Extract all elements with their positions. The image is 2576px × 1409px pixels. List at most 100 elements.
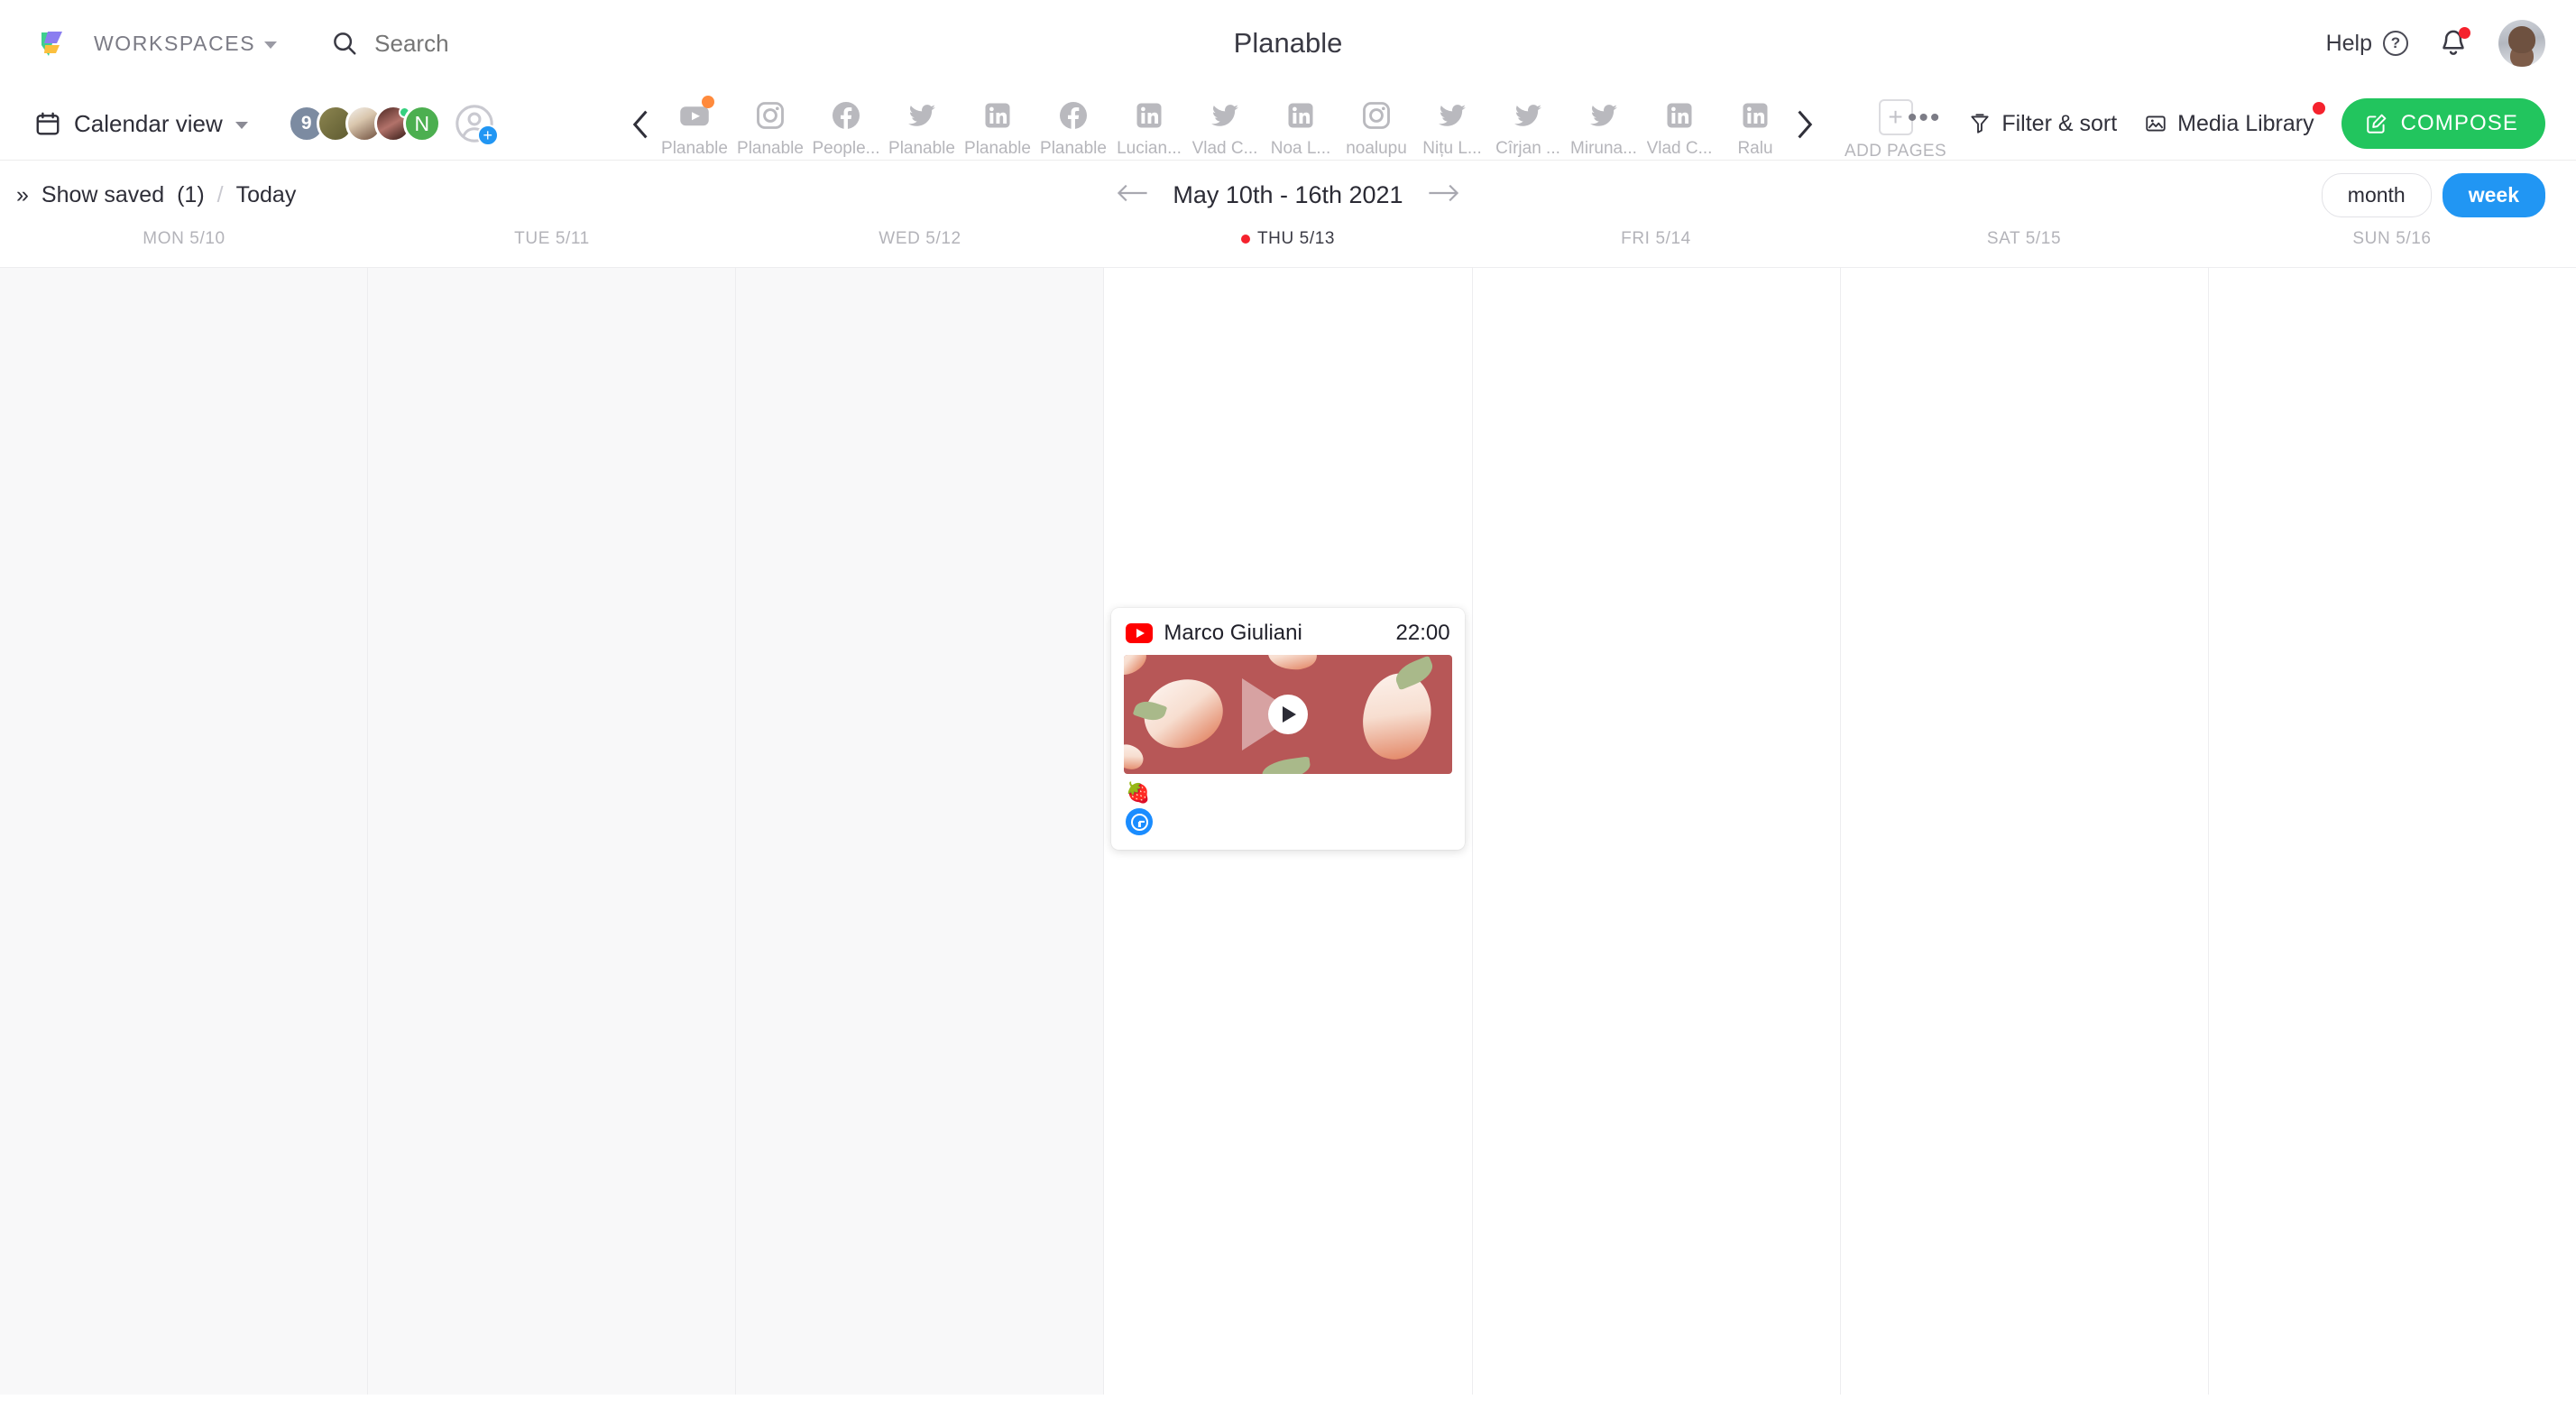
page-tab-label: Planable xyxy=(1040,139,1107,158)
compose-button[interactable]: COMPOSE xyxy=(2341,98,2545,149)
day-header-label: WED 5/12 xyxy=(879,229,961,248)
avatar[interactable] xyxy=(2498,20,2545,67)
notifications-button[interactable] xyxy=(2439,27,2470,59)
page-tab[interactable]: Planable xyxy=(1035,87,1111,159)
page-tab[interactable]: Vlad C... xyxy=(1187,87,1263,159)
page-tab-label: People... xyxy=(812,139,880,158)
calendar-grid: Marco Giuliani 22:00 🍓 xyxy=(0,267,2576,1395)
linkedin-icon xyxy=(980,97,1016,134)
image-icon xyxy=(2146,115,2166,132)
page-tab-label: Noa L... xyxy=(1270,139,1331,158)
view-mode-toggle: month week xyxy=(2321,172,2545,217)
page-tab-label: Planable xyxy=(964,139,1031,158)
page-tab[interactable]: Cîrjan ... xyxy=(1490,87,1566,159)
post-caption: 🍓 xyxy=(1126,781,1151,804)
day-header-label: THU 5/13 xyxy=(1256,229,1336,248)
day-column-tue[interactable] xyxy=(368,268,737,1395)
calendar-view-selector[interactable]: Calendar view xyxy=(34,110,248,138)
plus-icon: + xyxy=(476,124,499,146)
page-tab[interactable]: Vlad C... xyxy=(1642,87,1717,159)
media-library-label: Media Library xyxy=(2177,110,2314,136)
twitter-icon xyxy=(904,97,940,134)
youtube-icon xyxy=(676,96,714,134)
chevron-right-icon xyxy=(1798,110,1813,139)
facebook-icon xyxy=(828,97,864,134)
linkedin-icon xyxy=(1737,97,1773,134)
page-tab[interactable]: Lucian... xyxy=(1111,87,1187,159)
day-header: SAT 5/15 xyxy=(1840,229,2208,249)
page-tab[interactable]: Nițu L... xyxy=(1414,87,1490,159)
day-column-wed[interactable] xyxy=(736,268,1105,1395)
calendar-icon xyxy=(36,112,60,135)
play-button-icon[interactable] xyxy=(1267,695,1308,734)
twitter-icon xyxy=(1207,97,1243,134)
day-header: SUN 5/16 xyxy=(2208,229,2576,249)
workspaces-selector[interactable]: WORKSPACES xyxy=(94,31,278,56)
double-chevron-right-icon[interactable]: » xyxy=(16,182,29,208)
add-user-icon[interactable]: + xyxy=(454,103,499,146)
notification-badge xyxy=(2459,27,2470,39)
day-header-label: FRI 5/14 xyxy=(1621,229,1691,248)
post-author: Marco Giuliani xyxy=(1164,621,1302,645)
post-status xyxy=(1111,805,1464,850)
page-tab[interactable]: noalupu xyxy=(1339,87,1414,159)
facebook-icon xyxy=(1055,97,1091,134)
linkedin-icon xyxy=(1283,97,1319,134)
day-column-sat[interactable] xyxy=(1840,268,2209,1395)
day-column-mon[interactable] xyxy=(0,268,369,1395)
pages-tab-list[interactable]: Planable Planable People... Planable Pla… xyxy=(657,87,1789,161)
page-tab[interactable]: People... xyxy=(808,87,884,159)
post-card[interactable]: Marco Giuliani 22:00 🍓 xyxy=(1111,608,1465,850)
day-column-thu[interactable]: Marco Giuliani 22:00 🍓 xyxy=(1104,268,1473,1395)
youtube-icon xyxy=(1126,623,1154,643)
pages-scroll-right-button[interactable] xyxy=(1789,99,1819,150)
search-input[interactable] xyxy=(374,29,646,58)
saved-filters-group: » Show saved (1) / Today xyxy=(16,182,296,208)
show-saved-count[interactable]: (1) xyxy=(177,182,205,208)
day-column-fri[interactable] xyxy=(1472,268,1841,1395)
filter-sort-button[interactable]: Filter & sort xyxy=(1968,111,2117,137)
page-tab[interactable]: Noa L... xyxy=(1263,87,1339,159)
post-time: 22:00 xyxy=(1395,621,1450,645)
page-tab-label: Nițu L... xyxy=(1422,139,1482,158)
planable-logo-icon[interactable] xyxy=(34,25,70,61)
arrow-right-icon xyxy=(1428,184,1458,201)
page-tab-label: Vlad C... xyxy=(1646,139,1713,158)
search-icon xyxy=(334,32,356,55)
workspaces-label: WORKSPACES xyxy=(94,31,256,55)
view-mode-week[interactable]: week xyxy=(2442,172,2545,217)
today-label[interactable]: Today xyxy=(236,182,297,208)
help-button[interactable]: Help ? xyxy=(2326,31,2408,57)
show-saved-label[interactable]: Show saved xyxy=(41,182,164,208)
day-header-today: THU 5/13 xyxy=(1104,229,1472,249)
top-bar-actions: Help ? xyxy=(2326,0,2545,87)
next-week-button[interactable] xyxy=(1427,183,1459,207)
page-tab-label: Planable xyxy=(737,139,804,158)
avatar[interactable]: N xyxy=(402,105,441,143)
page-tab-label: Vlad C... xyxy=(1191,139,1258,158)
member-avatars: 9 N xyxy=(287,105,441,143)
view-mode-month[interactable]: month xyxy=(2321,172,2432,217)
content-toolbar: ••• Filter & sort Media Library COMPOSE xyxy=(1908,87,2545,161)
instagram-icon xyxy=(752,97,788,134)
help-label: Help xyxy=(2325,30,2372,56)
previous-week-button[interactable] xyxy=(1117,183,1149,207)
pages-scroll-left-button[interactable] xyxy=(626,99,657,150)
media-library-button[interactable]: Media Library xyxy=(2144,101,2325,137)
page-tab-label: Planable xyxy=(888,139,955,158)
day-header: WED 5/12 xyxy=(736,229,1104,249)
page-tab[interactable]: Planable xyxy=(657,87,732,159)
day-column-sun[interactable] xyxy=(2208,268,2576,1395)
question-circle-icon: ? xyxy=(2383,31,2408,56)
search-bar[interactable] xyxy=(331,29,646,58)
ellipsis-icon[interactable]: ••• xyxy=(1908,105,1942,134)
post-media-thumbnail[interactable] xyxy=(1124,655,1452,774)
day-header-label: TUE 5/11 xyxy=(514,229,590,248)
chevron-down-icon xyxy=(264,41,278,49)
page-tab[interactable]: Planable xyxy=(732,87,808,159)
page-tab[interactable]: Miruna... xyxy=(1566,87,1642,159)
page-tab[interactable]: Planable xyxy=(884,87,960,159)
page-tab[interactable]: Planable xyxy=(960,87,1035,159)
filter-icon xyxy=(1971,114,1989,134)
page-tab[interactable]: Ralu xyxy=(1717,87,1789,159)
